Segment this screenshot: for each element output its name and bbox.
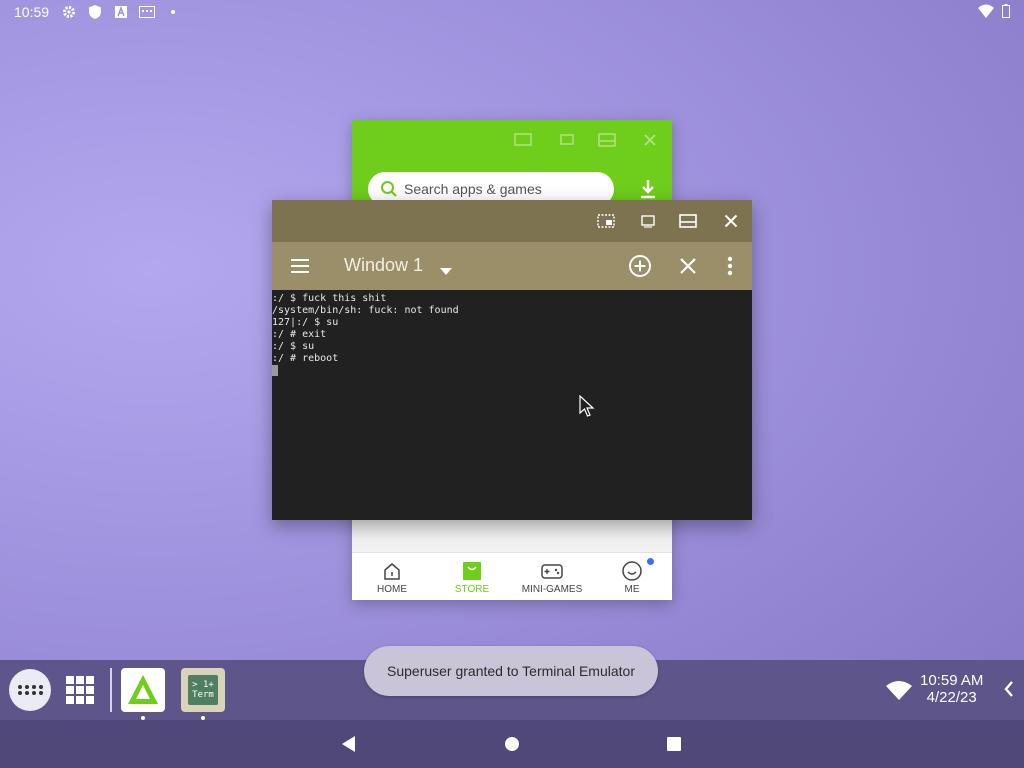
gamepad-icon [541, 564, 563, 579]
window-selector-label[interactable]: Window 1 [344, 255, 423, 276]
taskbar-clock[interactable]: 10:59 AM 4/22/23 [920, 672, 983, 706]
text-cursor [272, 365, 278, 376]
gear-icon [61, 4, 77, 20]
shield-icon [87, 4, 103, 20]
house-icon [384, 563, 400, 580]
status-right-icons [978, 4, 1010, 21]
app-drawer-button[interactable] [9, 669, 51, 711]
nav-mini-games-label: MINI-GAMES [521, 584, 583, 595]
navigation-bar [0, 720, 1024, 768]
apkpure-icon [128, 675, 158, 704]
nav-store[interactable]: STORE [432, 553, 512, 600]
menu-icon[interactable] [290, 256, 310, 276]
nav-home-label: HOME [377, 584, 407, 595]
terminal-line: 127|:/ $ su [272, 317, 339, 328]
terminal-line: :/ # exit [272, 329, 327, 340]
back-triangle-icon [342, 736, 355, 752]
home-button[interactable] [504, 736, 520, 752]
terminal-line: /system/bin/sh: fuck: not found [272, 305, 459, 316]
nav-me[interactable]: ME [592, 553, 672, 600]
chevron-left-icon[interactable] [1004, 680, 1014, 704]
nav-store-label: STORE [454, 584, 490, 595]
terminal-line: :/ $ su [272, 341, 315, 352]
restore-icon[interactable] [558, 132, 576, 148]
add-window-icon[interactable] [628, 254, 652, 278]
dots-grid-icon [18, 685, 43, 695]
maximize-icon[interactable] [678, 212, 698, 230]
taskbar-app-terminal[interactable]: > 1+ Term [181, 668, 225, 720]
terminal-icon: > 1+ Term [188, 675, 218, 705]
dot-icon [165, 4, 181, 20]
battery-icon [1002, 4, 1010, 21]
taskbar-divider [110, 668, 112, 712]
clock-date: 4/22/23 [926, 689, 977, 706]
home-circle-icon [505, 737, 519, 751]
terminal-icon-bottom-text: Term [192, 690, 214, 700]
close-icon[interactable] [642, 132, 660, 148]
recents-button[interactable] [666, 736, 682, 752]
terminal-window[interactable]: Window 1 :/ $ fuck this shit/system/bin/… [272, 200, 752, 520]
back-button[interactable] [341, 736, 357, 752]
status-bar: 10:59 [0, 0, 1024, 24]
terminal-toolbar: Window 1 [272, 242, 752, 290]
mouse-pointer-icon [579, 395, 595, 417]
wifi-icon[interactable] [886, 680, 912, 705]
toast-message: Superuser granted to Terminal Emulator [364, 646, 658, 696]
terminal-line: :/ $ fuck this shit [272, 293, 387, 304]
terminal-icon-top-text: > 1+ [192, 680, 214, 690]
restore-icon[interactable] [638, 212, 658, 230]
status-time: 10:59 [14, 4, 50, 20]
download-icon[interactable] [638, 178, 658, 200]
notification-badge [647, 558, 654, 565]
overflow-menu-icon[interactable] [718, 254, 742, 278]
font-a-icon [113, 4, 129, 20]
face-icon [622, 561, 642, 581]
wifi-icon [978, 4, 994, 21]
close-window-icon[interactable] [676, 254, 700, 278]
bag-icon [463, 562, 481, 580]
terminal-output[interactable]: :/ $ fuck this shit/system/bin/sh: fuck:… [272, 290, 752, 520]
pip-icon[interactable] [514, 132, 532, 148]
pip-icon[interactable] [596, 212, 616, 230]
apkpure-header: Search apps & games [352, 120, 672, 212]
terminal-lines: :/ $ fuck this shit/system/bin/sh: fuck:… [272, 293, 459, 377]
recent-apps-grid-icon[interactable] [64, 674, 96, 706]
keyboard-icon [139, 4, 156, 20]
search-icon [380, 180, 398, 198]
maximize-icon[interactable] [598, 132, 616, 148]
nav-me-label: ME [624, 584, 640, 595]
close-icon[interactable] [721, 212, 741, 230]
search-placeholder: Search apps & games [404, 181, 542, 197]
clock-time: 10:59 AM [920, 672, 984, 689]
window-caption-bar[interactable] [272, 200, 752, 242]
taskbar-app-apkpure[interactable] [121, 668, 165, 720]
recents-square-icon [667, 737, 681, 751]
apkpure-bottom-nav: HOME STORE MINI-GAMES ME [352, 552, 672, 600]
terminal-line: :/ # reboot [272, 353, 339, 364]
caret-down-icon[interactable] [440, 262, 452, 280]
nav-mini-games[interactable]: MINI-GAMES [512, 553, 592, 600]
nav-home[interactable]: HOME [352, 553, 432, 600]
